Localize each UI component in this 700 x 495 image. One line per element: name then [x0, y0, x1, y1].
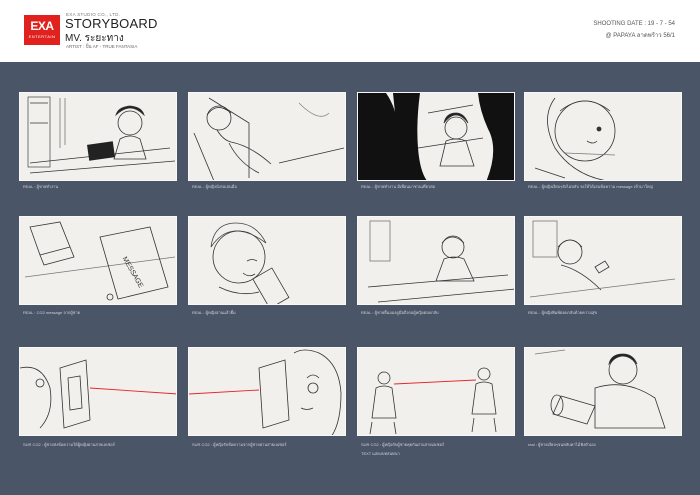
panel-4-sketch — [534, 97, 616, 180]
logo-tagline: ENTERTAIN — [28, 34, 56, 39]
panel-5-sketch: MESSAGE — [24, 221, 176, 301]
storyboard-panel-3 — [357, 92, 515, 181]
panel-7-sketch — [367, 220, 514, 303]
artist-line: ARTIST : ปั้น AF - TRUE FANTASIA — [66, 44, 138, 49]
storyboard-panel-4 — [524, 92, 682, 181]
shooting-location: @ PAPAYA ลาดพร้าว 56/1 — [605, 33, 675, 39]
storyboard-panel-2 — [188, 92, 346, 181]
panel-4-caption: REAL : ผู้หญิงเงียบๆยังไม่หลับ รอให้ได้เ… — [528, 184, 653, 189]
panel-6-sketch — [210, 222, 290, 304]
header: EXA ENTERTAIN EXA STUDIO CO., LTD. STORY… — [0, 0, 700, 62]
shooting-date: SHOOTING DATE : 19 - 7 - 54 — [593, 21, 675, 27]
storyboard-panel-1 — [19, 92, 177, 181]
storyboard-panel-10 — [188, 347, 346, 436]
panel-3-sketch — [358, 93, 514, 180]
storyboard-panel-11 — [357, 347, 515, 436]
panel-2-caption: REAL : ผู้หญิงนั่งรอเล่นมือ — [192, 184, 237, 189]
panel-8-sketch — [529, 220, 676, 298]
storyboard-panel-8 — [524, 216, 682, 305]
panel-11-caption: SUR CG2 : ผู้หญิงกับผู้ชายคุยกันผ่านสายเ… — [361, 441, 526, 457]
panel-6-caption: REAL : ผู้หญิงอ่านแล้วยิ้ม — [192, 310, 236, 315]
logo-wordmark: EXA — [30, 19, 54, 33]
panel-8-caption: REAL : ผู้หญิงพิมพ์ตอบกลับด้วยความสุข — [528, 310, 598, 315]
panel-11-sketch — [369, 367, 497, 435]
panel-12-caption: real : ผู้ชายเงียบๆจนหลับคาไม้ฟังตัวเอง — [528, 442, 596, 447]
company-logo: EXA ENTERTAIN — [24, 15, 60, 45]
panel-5-caption: REAL : CG2 message จากผู้ชาย — [23, 310, 80, 315]
storyboard-panel-9 — [19, 347, 177, 436]
panel-9-sketch — [20, 359, 176, 429]
panel-12-sketch — [534, 349, 666, 429]
panel-7-caption: REAL : ผู้ชายยิ้มมองดูมือถือรอผู้หญิงตอบ… — [361, 310, 439, 315]
storyboard-panel-7 — [357, 216, 515, 305]
storyboard-panel-12 — [524, 347, 682, 436]
panel-1-sketch — [27, 96, 176, 174]
page-title: STORYBOARD — [65, 16, 158, 31]
panel-10-sketch — [189, 349, 342, 435]
panel-1-caption: REAL : ผู้ชายทำงาน — [23, 184, 59, 189]
panel-11-caption-line-2: TEXT แสดงบทสนทนา — [361, 451, 400, 456]
panel-3-caption: REAL : ผู้ชายทำงาน มีเพื่อนมาชวนเที่ยวต่… — [361, 184, 436, 189]
panel-11-caption-line-1: SUR CG2 : ผู้หญิงกับผู้ชายคุยกันผ่านสายเ… — [361, 442, 445, 447]
storyboard-panel-5: MESSAGE — [19, 216, 177, 305]
storyboard-panel-6 — [188, 216, 346, 305]
panel-9-caption: SUR CG2 : ผู้ชายส่งข้อความให้ผู้หญิงผ่าน… — [23, 442, 115, 447]
svg-text:MESSAGE: MESSAGE — [121, 256, 145, 290]
panel-2-sketch — [193, 97, 345, 180]
panel-10-caption: SUR CG2 : ผู้หญิงรับข้อความจากผู้ชายผ่าน… — [192, 442, 287, 447]
